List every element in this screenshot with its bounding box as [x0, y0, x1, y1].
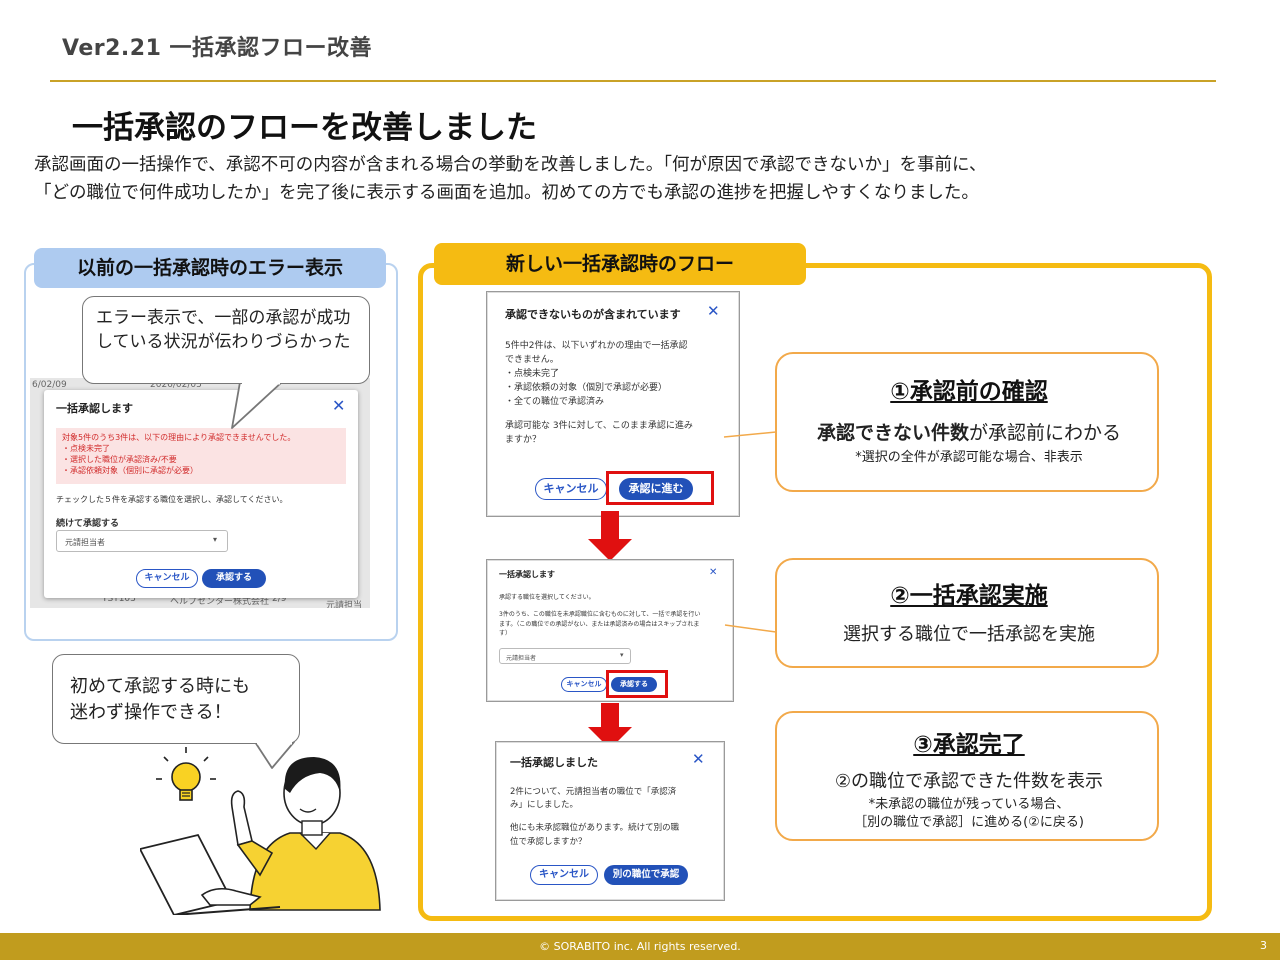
step1-main: 承認できない件数が承認前にわかる: [777, 418, 1161, 445]
page-number: 3: [1260, 939, 1267, 952]
step3-note-1: *未承認の職位が残っている場合、: [868, 797, 1070, 812]
step3-main: ②の職位で承認できた件数を表示: [834, 771, 1104, 792]
step2-card: ②一括承認実施 選択する職位で一括承認を実施: [775, 558, 1159, 668]
step1-card: ①承認前の確認 承認できない件数が承認前にわかる *選択の全件が承認可能な場合、…: [775, 352, 1159, 492]
step2-main: 選択する職位で一括承認を実施: [843, 624, 1095, 645]
step1-main-bold: 承認できない件数: [816, 422, 969, 444]
step1-main-rest: が承認前にわかる: [969, 422, 1122, 444]
step1-note: *選択の全件が承認可能な場合、非表示: [855, 450, 1083, 465]
step2-title: ②一括承認実施: [890, 583, 1048, 609]
step3-card: ③承認完了 ②の職位で承認できた件数を表示 *未承認の職位が残っている場合、 ［…: [775, 711, 1159, 841]
copyright-text: © SORABITO inc. All rights reserved.: [539, 940, 741, 953]
step3-note-2: ［別の職位で承認］に進める(②に戻る): [854, 815, 1084, 830]
step1-title: ①承認前の確認: [890, 379, 1048, 405]
step3-title: ③承認完了: [913, 732, 1025, 758]
